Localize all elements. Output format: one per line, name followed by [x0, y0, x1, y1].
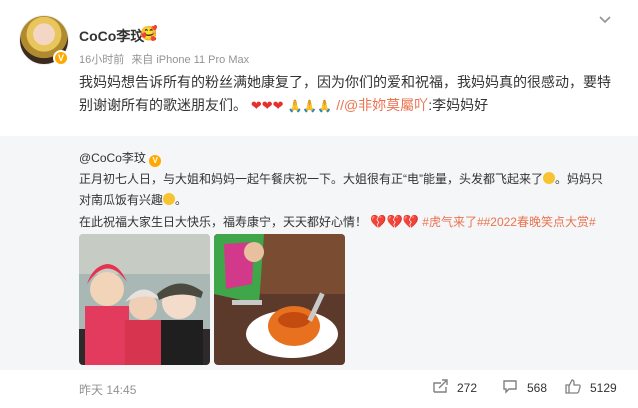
- chevron-down-icon[interactable]: [598, 12, 612, 28]
- share-icon: [432, 378, 448, 398]
- retweet-author[interactable]: @CoCo李玟: [79, 151, 146, 165]
- retweet-line3-text: 在此祝福大家生日大快乐，福寿康宁，天天都好心情！: [79, 215, 368, 229]
- retweet-line1-end: 。妈妈只: [555, 172, 604, 186]
- retweet-line2-end: 。: [175, 193, 188, 207]
- hashtag-link[interactable]: #虎气来了##2022春晚笑点大赏#: [422, 215, 595, 229]
- heart-emoji-icon: 💔💔💔: [370, 214, 419, 229]
- like-count: 5129: [590, 381, 617, 395]
- laughing-emoji-icon: [543, 172, 555, 184]
- grin-emoji-icon: [163, 193, 176, 205]
- retweet-line1: 正月初七人日，与大姐和妈妈一起午餐庆祝一下。大姐很有正“电”能量，头发都飞起来了…: [79, 169, 619, 190]
- retweet-line2-text: 对南瓜饭有兴趣: [79, 193, 164, 207]
- user-flag-emoji: 🥰: [140, 25, 158, 41]
- post-text-line2: 别谢谢所有的歌迷朋友们。 ❤❤❤ 🙏🙏🙏 //@非妳莫屬吖:李妈妈好: [79, 94, 619, 118]
- retweet-box[interactable]: @CoCo李玟 V 正月初七人日，与大姐和妈妈一起午餐庆祝一下。大姐很有正“电”…: [0, 136, 638, 370]
- mention-link[interactable]: @非妳莫屬吖: [344, 97, 428, 113]
- verified-badge-icon: V: [149, 155, 162, 167]
- pray-emoji-icon: 🙏🙏🙏: [287, 99, 333, 113]
- retweet-line1-text: 正月初七人日，与大姐和妈妈一起午餐庆祝一下。大姐很有正“电”能量，头发都飞起来了: [79, 172, 543, 186]
- comment-icon: [502, 378, 518, 398]
- footer-time[interactable]: 昨天 14:45: [79, 381, 136, 398]
- post-time[interactable]: 16小时前: [79, 54, 124, 66]
- retweet-line3: 在此祝福大家生日大快乐，福寿康宁，天天都好心情！ 💔💔💔 #虎气来了##2022…: [79, 211, 619, 233]
- comment-count: 568: [527, 381, 548, 395]
- thumbs-up-icon: [565, 378, 581, 398]
- post-text-line2-prefix: 别谢谢所有的歌迷朋友们。: [79, 97, 247, 113]
- verified-badge-icon: V: [53, 50, 69, 66]
- comment-button[interactable]: 568: [502, 378, 547, 398]
- mention-suffix: :李妈妈好: [428, 97, 489, 113]
- weibo-post-card: V CoCo李玟 🥰 16小时前 来自 iPhone 11 Pro Max 我妈…: [0, 0, 638, 408]
- photo-selfie[interactable]: [79, 234, 210, 365]
- post-text: 我妈妈想告诉所有的粉丝满她康复了，因为你们的爱和祝福，我妈妈真的很感动，要特 别…: [79, 71, 619, 118]
- username[interactable]: CoCo李玟: [79, 26, 144, 46]
- repost-button[interactable]: 272: [432, 378, 477, 398]
- post-source: 来自 iPhone 11 Pro Max: [131, 54, 250, 66]
- post-meta: 16小时前 来自 iPhone 11 Pro Max: [79, 51, 253, 67]
- repost-separator: //: [336, 97, 344, 113]
- repost-count: 272: [457, 381, 478, 395]
- post-text-line1: 我妈妈想告诉所有的粉丝满她康复了，因为你们的爱和祝福，我妈妈真的很感动，要特: [79, 74, 611, 90]
- photo-pumpkin-rice[interactable]: [214, 234, 345, 365]
- like-button[interactable]: 5129: [565, 378, 617, 398]
- retweet-text: @CoCo李玟 V 正月初七人日，与大姐和妈妈一起午餐庆祝一下。大姐很有正“电”…: [79, 148, 619, 233]
- retweet-line2: 对南瓜饭有兴趣。: [79, 190, 619, 211]
- retweet-author-line: @CoCo李玟 V: [79, 148, 619, 169]
- heart-emoji-icon: ❤❤❤: [250, 98, 284, 113]
- post-footer: 昨天 14:45 272 568 5129: [0, 370, 638, 408]
